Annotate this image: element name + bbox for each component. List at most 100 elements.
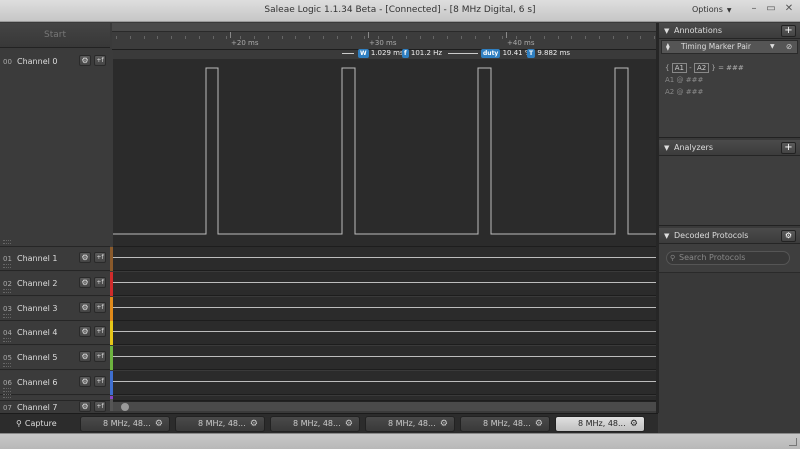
channel-number: 03	[3, 305, 12, 313]
channel-4-header[interactable]: 04 Channel 4 ⚙ +f	[0, 321, 110, 345]
capture-tab[interactable]: ⚲ Capture	[4, 416, 74, 432]
channel-settings-button[interactable]: ⚙	[79, 277, 91, 288]
add-analyzer-button[interactable]: +	[781, 142, 796, 154]
channel-trigger-button[interactable]: +f	[94, 277, 106, 288]
session-tab[interactable]: 8 MHz, 48... ⚙	[270, 416, 360, 432]
session-tab[interactable]: 8 MHz, 48... ⚙	[460, 416, 550, 432]
decoded-protocols-header[interactable]: ▼ Decoded Protocols ⚙	[659, 228, 800, 244]
drag-grip-icon[interactable]	[3, 388, 11, 392]
minor-tick	[599, 36, 600, 39]
annotations-header[interactable]: ▼ Annotations +	[659, 23, 800, 39]
timing-marker-pair-row[interactable]: ⧫ Timing Marker Pair ▼ ⊘	[661, 40, 798, 54]
session-tab[interactable]: 8 MHz, 48... ⚙	[365, 416, 455, 432]
annotations-panel: ▼ Annotations + ⧫ Timing Marker Pair ▼ ⊘…	[659, 23, 800, 138]
channel-name[interactable]: Channel 7	[17, 403, 57, 412]
channel-trigger-button[interactable]: +f	[94, 376, 106, 387]
horizontal-scrollbar[interactable]	[113, 401, 656, 411]
channel-trigger-button[interactable]: +f	[94, 55, 106, 66]
minor-tick	[475, 36, 476, 39]
marker-a2-box[interactable]: A2	[693, 63, 710, 73]
minor-tick	[295, 36, 296, 39]
scroll-thumb[interactable]	[121, 403, 129, 411]
channel-name[interactable]: Channel 1	[17, 254, 57, 263]
add-annotation-button[interactable]: +	[781, 25, 796, 37]
gear-icon[interactable]: ⚙	[440, 417, 448, 431]
channel-1-header[interactable]: 01 Channel 1 ⚙ +f	[0, 247, 110, 271]
channel-name[interactable]: Channel 0	[17, 57, 57, 66]
minor-tick	[157, 36, 158, 39]
drag-grip-icon[interactable]	[3, 289, 11, 293]
gear-icon[interactable]: ⚙	[535, 417, 543, 431]
channel-settings-button[interactable]: ⚙	[79, 326, 91, 337]
channel-settings-button[interactable]: ⚙	[79, 55, 91, 66]
channel-name[interactable]: Channel 4	[17, 328, 57, 337]
options-label[interactable]: Options	[692, 5, 723, 14]
drag-grip-icon[interactable]	[3, 264, 11, 268]
minor-tick	[337, 36, 338, 39]
channel-0-header[interactable]: 00 Channel 0 ⚙ +f	[0, 50, 110, 247]
gear-icon[interactable]: ⚙	[345, 417, 353, 431]
channel-6-header[interactable]: 06 Channel 6 ⚙ +f	[0, 371, 110, 395]
ruler-tick-label: +40 ms	[507, 39, 535, 47]
resize-grip-icon[interactable]	[789, 438, 797, 446]
drag-grip-icon[interactable]	[3, 314, 11, 318]
session-tab[interactable]: 8 MHz, 48... ⚙	[80, 416, 170, 432]
channel-3-waveform[interactable]	[113, 297, 656, 321]
channel-3-header[interactable]: 03 Channel 3 ⚙ +f	[0, 297, 110, 321]
channel-4-waveform[interactable]	[113, 321, 656, 345]
channel-2-header[interactable]: 02 Channel 2 ⚙ +f	[0, 272, 110, 296]
session-tab-label: 8 MHz, 48...	[198, 419, 246, 428]
channel-trigger-button[interactable]: +f	[94, 302, 106, 313]
channel-2-waveform[interactable]	[113, 272, 656, 296]
overview-scrollbar[interactable]	[112, 23, 656, 32]
channel-0-waveform[interactable]	[113, 59, 656, 247]
channel-name[interactable]: Channel 3	[17, 304, 57, 313]
drag-grip-icon[interactable]	[3, 240, 11, 244]
start-button[interactable]: Start	[0, 23, 110, 48]
channel-name[interactable]: Channel 6	[17, 378, 57, 387]
time-ruler[interactable]: +20 ms +30 ms +40 ms	[112, 23, 656, 50]
minor-tick	[309, 36, 310, 39]
marker-a1-box[interactable]: A1	[671, 63, 687, 73]
options-menu[interactable]: Options ▼	[692, 5, 732, 14]
channel-7-header[interactable]: 07 Channel 7 ⚙ +f	[0, 394, 110, 412]
session-tab[interactable]: 8 MHz, 48... ⚙	[555, 416, 645, 432]
channel-trigger-button[interactable]: +f	[94, 326, 106, 337]
channel-settings-button[interactable]: ⚙	[79, 302, 91, 313]
channel-settings-button[interactable]: ⚙	[79, 401, 91, 412]
channel-name[interactable]: Channel 2	[17, 279, 57, 288]
close-button[interactable]: ✕	[783, 3, 795, 15]
session-tab[interactable]: 8 MHz, 48... ⚙	[175, 416, 265, 432]
drag-grip-icon[interactable]	[3, 338, 11, 342]
channel-settings-button[interactable]: ⚙	[79, 376, 91, 387]
channel-trigger-button[interactable]: +f	[94, 351, 106, 362]
channel-1-waveform[interactable]	[113, 247, 656, 271]
search-icon: ⚲	[670, 254, 676, 262]
channel-settings-button[interactable]: ⚙	[79, 252, 91, 263]
channel-trigger-button[interactable]: +f	[94, 252, 106, 263]
search-protocols-input[interactable]: ⚲ Search Protocols	[666, 251, 790, 265]
channel-settings-button[interactable]: ⚙	[79, 351, 91, 362]
channel-trigger-button[interactable]: +f	[94, 401, 106, 412]
analyzers-header[interactable]: ▼ Analyzers +	[659, 140, 800, 156]
decoded-results-list[interactable]	[659, 272, 800, 433]
channel-5-waveform[interactable]	[113, 346, 656, 370]
gear-icon[interactable]: ⚙	[155, 417, 163, 431]
capture-label: Capture	[24, 419, 57, 428]
session-tab-label: 8 MHz, 48...	[578, 419, 626, 428]
channel-5-header[interactable]: 05 Channel 5 ⚙ +f	[0, 346, 110, 370]
gear-icon[interactable]: ⚙	[250, 417, 258, 431]
channel-number: 01	[3, 255, 12, 263]
decoded-settings-button[interactable]: ⚙	[781, 230, 796, 242]
drag-grip-icon[interactable]	[3, 394, 11, 398]
channel-name[interactable]: Channel 5	[17, 353, 57, 362]
drag-grip-icon[interactable]	[3, 363, 11, 367]
gear-icon[interactable]: ⚙	[630, 417, 638, 431]
chevron-down-icon[interactable]: ▼	[770, 41, 775, 53]
width-value: 1.029 ms	[370, 49, 404, 57]
channel-6-waveform[interactable]	[113, 371, 656, 395]
remove-marker-icon[interactable]: ⊘	[786, 41, 792, 53]
minor-tick	[544, 36, 545, 39]
minimize-button[interactable]: –	[748, 3, 760, 15]
maximize-button[interactable]: ▭	[765, 3, 777, 15]
